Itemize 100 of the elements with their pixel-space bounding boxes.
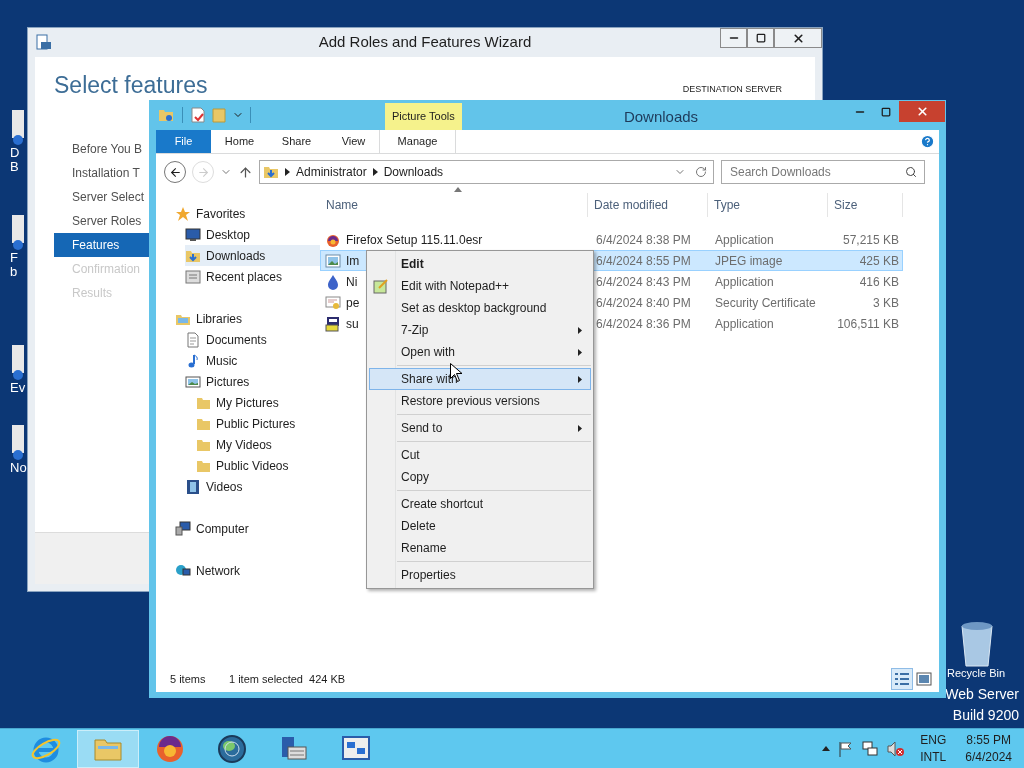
file-date: 6/4/2024 8:43 PM: [595, 273, 692, 291]
nav-item[interactable]: Public Pictures: [195, 413, 320, 434]
nav-item[interactable]: Computer: [175, 518, 320, 539]
nav-item[interactable]: Documents: [185, 329, 320, 350]
ribbon-tab[interactable]: Manage: [379, 130, 456, 153]
notepad-icon: [373, 278, 389, 294]
destination-label: DESTINATION SERVER: [682, 83, 782, 96]
file-size: 416 KB: [858, 273, 900, 291]
computer-icon: [175, 520, 191, 537]
wizard-step[interactable]: Server Select: [54, 185, 150, 209]
submenu-arrow-icon: [578, 348, 582, 356]
breadcrumb-arrow-icon: [285, 168, 290, 176]
ribbon-tab[interactable]: Share: [268, 130, 325, 153]
breadcrumb-item[interactable]: Downloads: [383, 163, 444, 181]
close-button[interactable]: [774, 28, 822, 48]
network-status-icon[interactable]: [862, 740, 879, 757]
show-hidden-icons-icon[interactable]: [822, 746, 831, 751]
drop-icon: [325, 273, 341, 290]
menu-item[interactable]: 7-Zip: [369, 319, 591, 341]
menu-item[interactable]: Delete: [369, 515, 591, 537]
refresh-icon[interactable]: [695, 166, 707, 178]
menu-item[interactable]: Copy: [369, 466, 591, 488]
speaker-muted-icon[interactable]: [887, 740, 906, 757]
nav-item[interactable]: My Videos: [195, 434, 320, 455]
file-type: JPEG image: [714, 252, 784, 270]
maximize-icon: [755, 33, 766, 43]
menu-item[interactable]: Set as desktop background: [369, 297, 591, 319]
file-date: 6/4/2024 8:36 PM: [595, 315, 692, 333]
download-folder-icon: [263, 164, 279, 180]
selection-info: 1 item selected 424 KB: [229, 671, 346, 687]
file-date: 6/4/2024 8:38 PM: [595, 231, 692, 249]
file-name: Im: [346, 252, 360, 270]
flag-icon[interactable]: [839, 740, 854, 757]
shortcut-icon[interactable]: [10, 110, 24, 146]
minimize-button[interactable]: [720, 28, 747, 48]
clock-date[interactable]: 6/4/2024: [965, 748, 1012, 766]
language-indicator[interactable]: INTL: [920, 748, 947, 766]
pictures-icon: [185, 373, 201, 390]
desktop-icon-label: b: [10, 265, 18, 279]
file-type: Security Certificate: [714, 294, 817, 312]
wizard-step[interactable]: Features: [54, 233, 150, 257]
nav-item[interactable]: Pictures: [185, 371, 320, 392]
shortcut-icon[interactable]: [10, 345, 24, 381]
column-header[interactable]: Size: [828, 193, 903, 217]
clock-time[interactable]: 8:55 PM: [966, 731, 1011, 749]
ribbon-tab[interactable]: View: [325, 130, 382, 153]
window-title: Downloads: [623, 107, 699, 127]
nav-item[interactable]: Public Videos: [195, 455, 320, 476]
image-file-icon: [325, 252, 341, 269]
edition-text: Build 9200: [952, 706, 1019, 725]
wizard-step[interactable]: Before You B: [54, 137, 150, 161]
shortcut-icon[interactable]: [10, 215, 24, 251]
menu-item[interactable]: Properties: [369, 564, 591, 586]
nav-item[interactable]: Downloads: [185, 245, 320, 266]
document-icon: [185, 331, 201, 348]
network-icon: [175, 562, 191, 579]
ribbon-tab[interactable]: File: [156, 130, 211, 153]
nav-item[interactable]: Libraries: [175, 308, 320, 329]
nav-item[interactable]: Videos: [185, 476, 320, 497]
folder-icon: [158, 107, 174, 123]
nav-item[interactable]: Recent places: [185, 266, 320, 287]
nav-item[interactable]: Music: [185, 350, 320, 371]
column-header[interactable]: Date modified: [588, 193, 708, 217]
sort-arrow-icon: [454, 187, 462, 192]
wizard-step[interactable]: Installation T: [54, 161, 150, 185]
menu-item[interactable]: Create shortcut: [369, 493, 591, 515]
properties-icon[interactable]: [191, 107, 205, 123]
file-name: Firefox Setup 115.11.0esr: [346, 231, 483, 249]
menu-item[interactable]: Open with: [369, 341, 591, 363]
column-header[interactable]: Name: [320, 193, 588, 217]
view-toggle[interactable]: [891, 668, 913, 690]
desktop-icon-label: B: [10, 160, 19, 174]
item-count: 5 items: [170, 671, 207, 687]
search-field[interactable]: Search Downloads: [721, 160, 925, 184]
nav-item[interactable]: Favorites: [175, 203, 320, 224]
menu-item[interactable]: Cut: [369, 444, 591, 466]
file-size: 57,215 KB: [841, 231, 900, 249]
menu-item[interactable]: Rename: [369, 537, 591, 559]
help-icon[interactable]: [920, 134, 935, 149]
close-icon: [915, 105, 929, 118]
page-heading: Select features: [54, 71, 208, 99]
nav-item[interactable]: My Pictures: [195, 392, 320, 413]
submenu-arrow-icon: [578, 424, 582, 432]
maximize-button[interactable]: [747, 28, 774, 48]
menu-item[interactable]: Restore previous versions: [369, 390, 591, 412]
language-indicator[interactable]: ENG: [920, 731, 947, 749]
column-header[interactable]: Type: [708, 193, 828, 217]
menu-item[interactable]: Send to: [369, 417, 591, 439]
nav-item[interactable]: Network: [175, 560, 320, 581]
certificate-icon: [325, 294, 341, 311]
address-bar[interactable]: Administrator Downloads: [259, 160, 714, 184]
shortcut-icon[interactable]: [10, 425, 24, 461]
window-title: Add Roles and Features Wizard: [318, 32, 532, 53]
film-icon: [185, 478, 201, 495]
wizard-step[interactable]: Server Roles: [54, 209, 150, 233]
nav-item[interactable]: Desktop: [185, 224, 320, 245]
breadcrumb-item[interactable]: Administrator: [296, 163, 367, 181]
desktop-icon-label: F: [10, 251, 18, 265]
ribbon-tab[interactable]: Home: [211, 130, 268, 153]
menu-item[interactable]: Edit with Notepad++: [369, 275, 591, 297]
